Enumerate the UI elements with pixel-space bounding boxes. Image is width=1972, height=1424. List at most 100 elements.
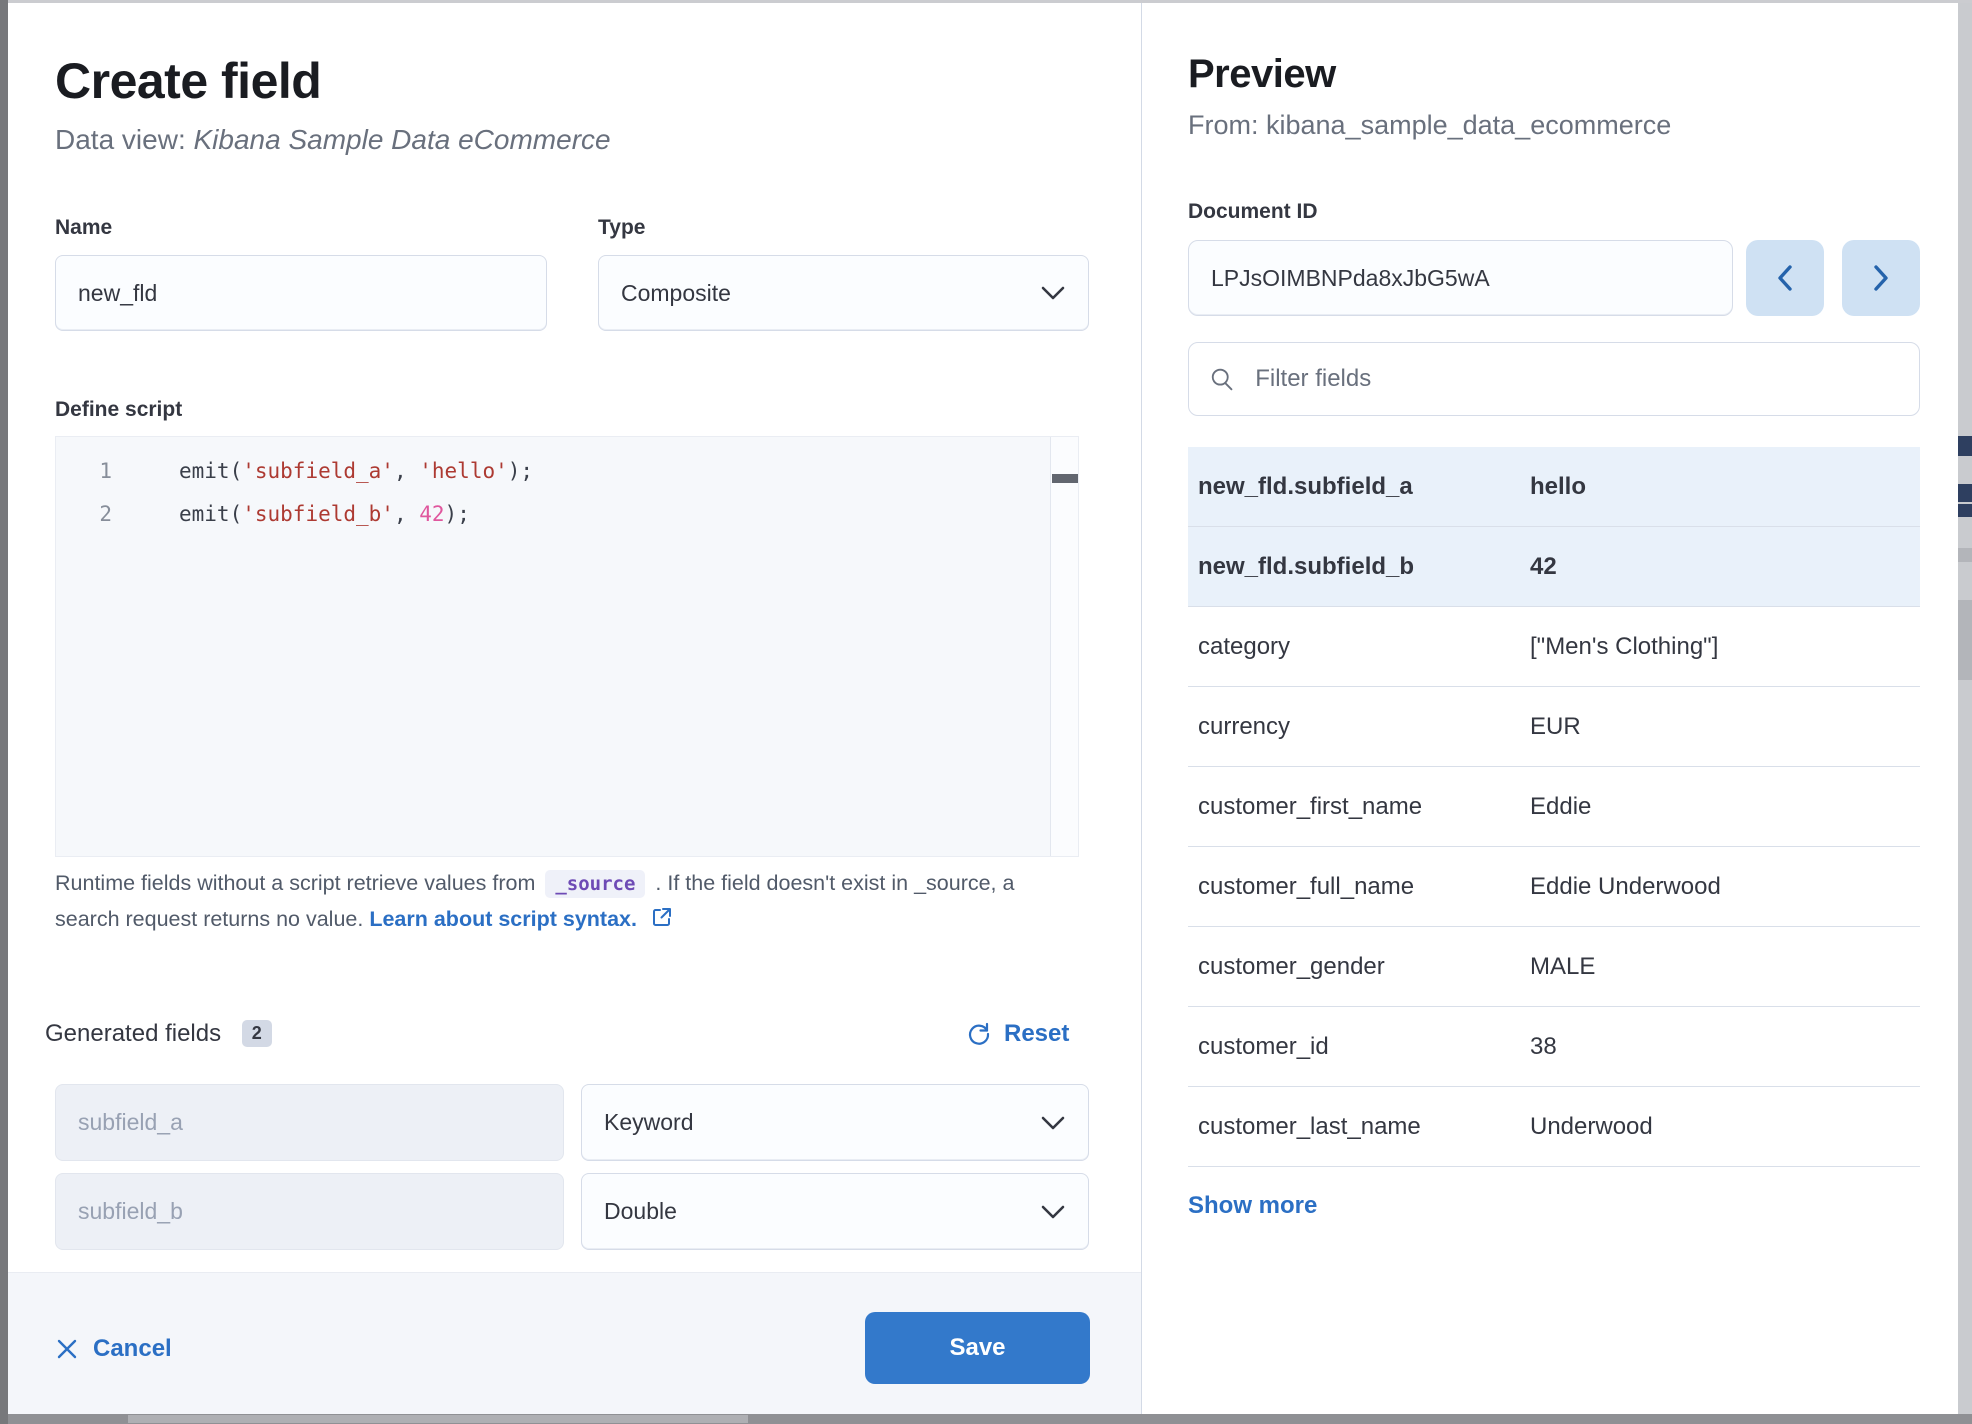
preview-field-value: 38 (1530, 1033, 1910, 1061)
document-id-input[interactable] (1188, 240, 1733, 316)
next-document-button[interactable] (1842, 240, 1920, 316)
preview-field-value: Eddie (1530, 793, 1910, 821)
page-left-edge (0, 0, 8, 1424)
line-number: 1 (56, 459, 112, 483)
preview-field-value: ["Men's Clothing"] (1530, 633, 1910, 661)
type-label: Type (598, 216, 645, 240)
code-token: ); (508, 459, 533, 483)
save-label: Save (949, 1334, 1005, 1362)
background-fragment (1958, 484, 1972, 502)
reset-label: Reset (1004, 1020, 1069, 1048)
define-script-label: Define script (55, 398, 182, 422)
search-icon (1209, 365, 1235, 393)
chevron-down-icon (1040, 285, 1066, 301)
preview-field-name: category (1198, 633, 1530, 661)
preview-row[interactable]: customer_gender MALE (1188, 927, 1920, 1007)
close-icon (55, 1337, 79, 1361)
code-text: emit('subfield_b', 42); (112, 502, 470, 526)
editor-scrollbar-thumb[interactable] (1052, 474, 1078, 483)
filter-fields-input[interactable] (1188, 342, 1920, 416)
preview-row[interactable]: customer_first_name Eddie (1188, 767, 1920, 847)
preview-field-value: MALE (1530, 953, 1910, 981)
code-token: , (394, 459, 419, 483)
preview-field-name: currency (1198, 713, 1530, 741)
code-token: emit (179, 459, 230, 483)
field-name-input-value[interactable] (78, 280, 524, 307)
preview-field-value: hello (1530, 473, 1910, 501)
preview-row[interactable]: category ["Men's Clothing"] (1188, 607, 1920, 687)
preview-row[interactable]: customer_full_name Eddie Underwood (1188, 847, 1920, 927)
code-text: emit('subfield_a', 'hello'); (112, 459, 533, 483)
background-fragment (1958, 548, 1972, 562)
generated-fields-label: Generated fields (45, 1020, 221, 1047)
preview-field-value: 42 (1530, 553, 1910, 581)
preview-field-value: EUR (1530, 713, 1910, 741)
preview-field-value: Eddie Underwood (1530, 873, 1910, 901)
preview-field-name: new_fld.subfield_a (1198, 473, 1530, 501)
show-more-link[interactable]: Show more (1188, 1192, 1317, 1220)
code-token: 42 (419, 502, 444, 526)
chevron-down-icon (1040, 1204, 1066, 1220)
generated-field-name: subfield_a (78, 1109, 183, 1136)
page-right-edge (1958, 3, 1972, 1414)
preview-row[interactable]: customer_id 38 (1188, 1007, 1920, 1087)
code-token: 'subfield_b' (242, 502, 394, 526)
preview-row[interactable]: new_fld.subfield_b 42 (1188, 527, 1920, 607)
preview-field-name: customer_first_name (1198, 793, 1530, 821)
refresh-icon (966, 1021, 992, 1047)
reset-button[interactable]: Reset (966, 1020, 1069, 1048)
help-text-before: Runtime fields without a script retrieve… (55, 871, 535, 895)
name-label: Name (55, 216, 112, 240)
field-name-input[interactable] (55, 255, 547, 331)
generated-field-type: Keyword (604, 1109, 693, 1136)
field-type-select[interactable]: Composite (598, 255, 1089, 331)
generated-field-name: subfield_b (78, 1198, 183, 1225)
preview-from-line: From: kibana_sample_data_ecommerce (1188, 110, 1671, 141)
preview-fields-table: new_fld.subfield_a hello new_fld.subfiel… (1188, 447, 1920, 1167)
preview-field-name: customer_full_name (1198, 873, 1530, 901)
generated-fields-count-badge: 2 (242, 1020, 272, 1047)
generated-field-type: Double (604, 1198, 677, 1225)
chevron-right-icon (1870, 263, 1892, 293)
preview-field-value: Underwood (1530, 1113, 1910, 1141)
scrollbar-thumb[interactable] (128, 1415, 748, 1423)
preview-field-name: customer_id (1198, 1033, 1530, 1061)
generated-field-type-select[interactable]: Double (581, 1173, 1089, 1250)
preview-field-name: customer_last_name (1198, 1113, 1530, 1141)
preview-row[interactable]: new_fld.subfield_a hello (1188, 447, 1920, 527)
preview-field-name: new_fld.subfield_b (1198, 553, 1530, 581)
data-view-name: Kibana Sample Data eCommerce (194, 124, 611, 155)
document-id-value[interactable] (1211, 265, 1710, 292)
preview-row[interactable]: customer_last_name Underwood (1188, 1087, 1920, 1167)
filter-fields-text[interactable] (1253, 364, 1899, 394)
code-token: ( (230, 502, 243, 526)
code-token: ); (445, 502, 470, 526)
previous-document-button[interactable] (1746, 240, 1824, 316)
script-syntax-link[interactable]: Learn about script syntax. (369, 907, 637, 931)
chevron-down-icon (1040, 1115, 1066, 1131)
cancel-button[interactable]: Cancel (55, 1335, 172, 1363)
script-lines: 1 emit('subfield_a', 'hello'); 2 emit('s… (56, 437, 1078, 535)
external-link-icon (651, 906, 673, 928)
line-number: 2 (56, 502, 112, 526)
script-line: 1 emit('subfield_a', 'hello'); (56, 449, 1078, 492)
generated-field-name-input: subfield_a (55, 1084, 564, 1161)
code-token: 'subfield_a' (242, 459, 394, 483)
editor-scrollbar[interactable] (1050, 437, 1078, 856)
preview-title: Preview (1188, 52, 1336, 97)
generated-field-type-select[interactable]: Keyword (581, 1084, 1089, 1161)
generated-fields-heading: Generated fields 2 (45, 1020, 272, 1048)
script-code-editor[interactable]: 1 emit('subfield_a', 'hello'); 2 emit('s… (55, 436, 1079, 857)
create-field-flyout: Create field Data view: Kibana Sample Da… (0, 0, 1972, 1424)
data-view-label: Data view: (55, 124, 194, 155)
preview-row[interactable]: currency EUR (1188, 687, 1920, 767)
code-token: , (394, 502, 419, 526)
script-help-text: Runtime fields without a script retrieve… (55, 866, 1067, 937)
data-view-subtitle: Data view: Kibana Sample Data eCommerce (55, 124, 611, 156)
preview-field-name: customer_gender (1198, 953, 1530, 981)
save-button[interactable]: Save (865, 1312, 1090, 1384)
code-token: ( (230, 459, 243, 483)
chevron-left-icon (1774, 263, 1796, 293)
background-fragment (1958, 600, 1972, 680)
horizontal-scrollbar[interactable] (8, 1414, 1972, 1424)
